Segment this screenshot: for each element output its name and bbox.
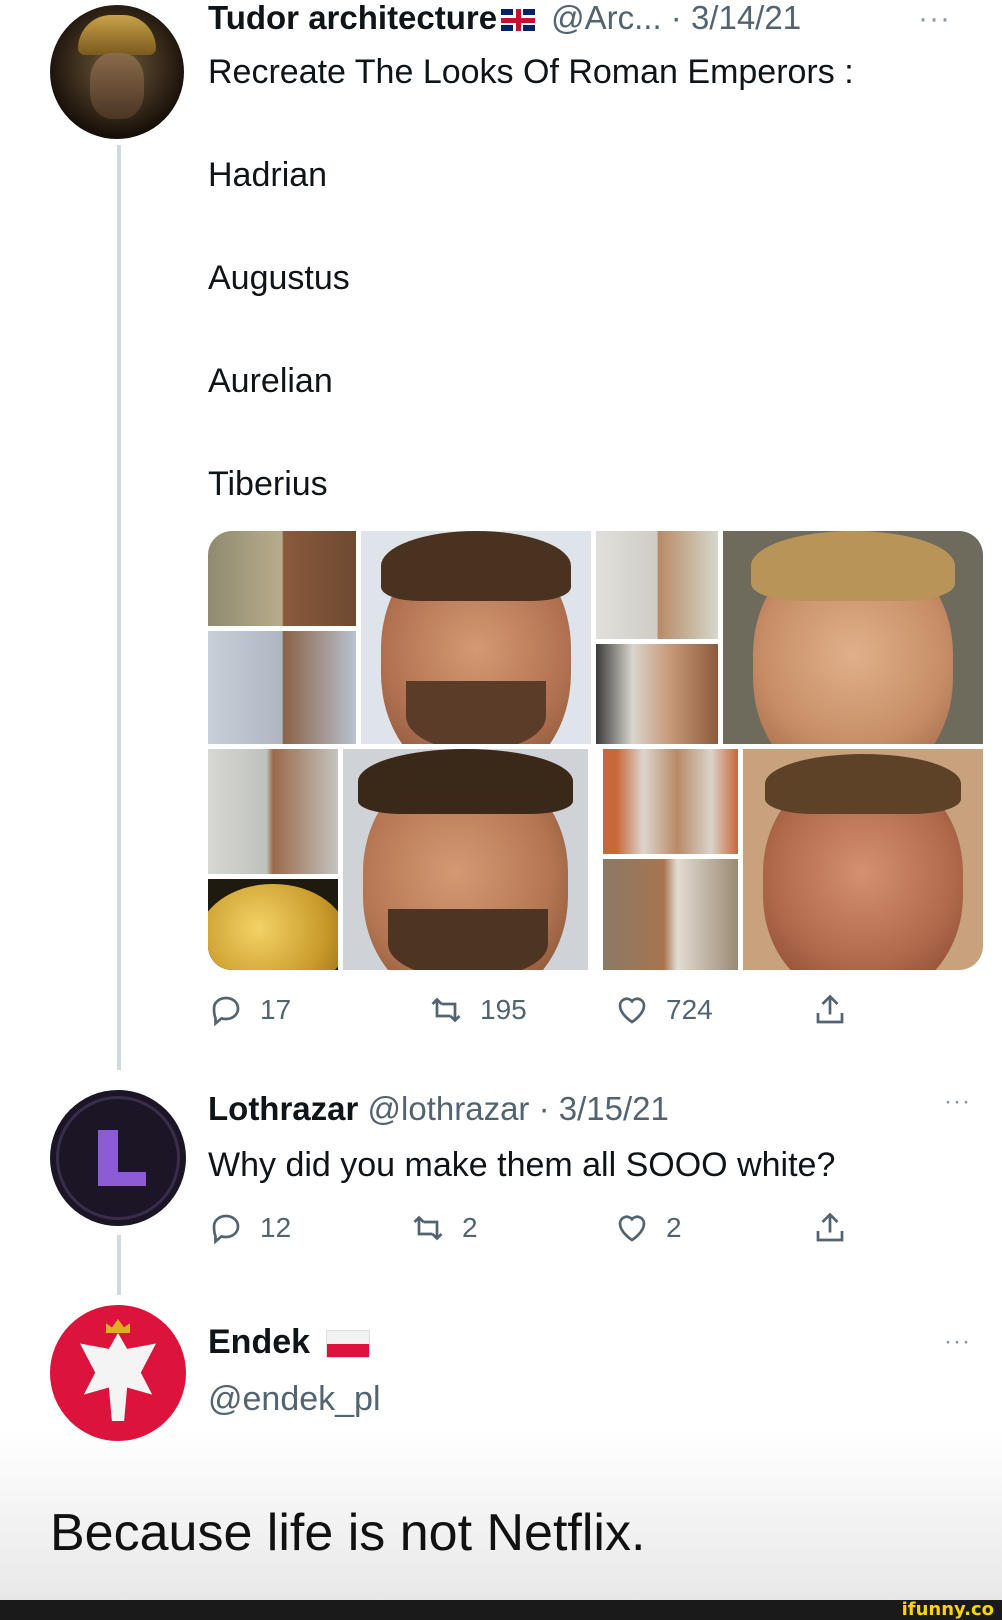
- crown-icon: [106, 1319, 130, 1333]
- augustus-bust-image-1[interactable]: [596, 531, 718, 639]
- reply-icon: [212, 1214, 240, 1245]
- thread-line-2: [117, 1235, 121, 1295]
- tweet1-retweet-count: 195: [480, 994, 527, 1025]
- tweet3-display-name[interactable]: Endek: [208, 1323, 310, 1361]
- tweet2-like-button[interactable]: 2: [614, 1210, 682, 1246]
- tweet1-display-name[interactable]: Tudor architecture: [208, 0, 497, 36]
- tweet1-retweet-button[interactable]: 195: [428, 992, 527, 1028]
- reply-icon: [212, 996, 240, 1027]
- tweet1-line-hadrian: Hadrian: [208, 156, 328, 194]
- avatar-tudor[interactable]: [50, 5, 184, 139]
- hadrian-bust-image-1[interactable]: [208, 531, 356, 626]
- aurelian-coin-image[interactable]: [208, 879, 338, 970]
- tweet2-retweet-button[interactable]: 2: [410, 1210, 478, 1246]
- hadrian-reconstruction-image[interactable]: [361, 531, 591, 744]
- aurelian-bust-image[interactable]: [208, 749, 338, 874]
- tweet2-text: Why did you make them all SOOO white?: [208, 1146, 836, 1184]
- share-icon: [816, 994, 844, 1024]
- tweet2-more-button[interactable]: ···: [944, 1088, 971, 1116]
- tweet1-like-count: 724: [666, 994, 713, 1025]
- tweet1-line-tiberius: Tiberius: [208, 465, 328, 503]
- tiberius-reconstruction-image[interactable]: [743, 749, 983, 970]
- tweet3-header: Endek: [208, 1323, 371, 1361]
- tweet1-reply-count: 17: [260, 994, 292, 1025]
- ifunny-watermark: ifunny.co: [901, 1599, 994, 1620]
- white-eagle-icon: [80, 1333, 156, 1421]
- tweet1-text: Recreate The Looks Of Roman Emperors :: [208, 53, 854, 91]
- tweet2-header: Lothrazar @lothrazar · 3/15/21: [208, 1090, 669, 1128]
- tweet3-handle[interactable]: @endek_pl: [208, 1380, 381, 1418]
- tweet1-media-grid[interactable]: [208, 531, 983, 970]
- tweet2-reply-count: 12: [260, 1212, 292, 1243]
- retweet-icon: [431, 997, 461, 1023]
- share-icon: [816, 1212, 844, 1242]
- heart-icon: [618, 1215, 646, 1242]
- uk-flag-icon: [501, 9, 536, 32]
- avatar-l-foot: [98, 1172, 146, 1186]
- poland-flag-icon: [326, 1330, 371, 1359]
- tweet2-display-name[interactable]: Lothrazar: [208, 1090, 358, 1127]
- tweet1-share-button[interactable]: [812, 992, 848, 1028]
- tweet2-handle-date[interactable]: @lothrazar · 3/15/21: [368, 1090, 669, 1127]
- tweet1-handle-date[interactable]: @Arc... · 3/14/21: [551, 0, 801, 36]
- tweet2-retweet-count: 2: [462, 1212, 478, 1243]
- tweet1-like-button[interactable]: 724: [614, 992, 713, 1028]
- heart-icon: [618, 997, 646, 1024]
- tiberius-bust-image-1[interactable]: [603, 749, 738, 854]
- augustus-reconstruction-image[interactable]: [723, 531, 983, 744]
- hadrian-bust-image-2[interactable]: [208, 631, 356, 744]
- avatar-endek[interactable]: [50, 1305, 186, 1441]
- avatar-lothrazar[interactable]: [50, 1090, 186, 1226]
- avatar-face: [90, 53, 144, 119]
- aurelian-reconstruction-image[interactable]: [343, 749, 588, 970]
- tweet3-caption: Because life is not Netflix.: [50, 1504, 646, 1562]
- tiberius-bust-image-2[interactable]: [603, 859, 738, 970]
- tweet1-reply-button[interactable]: 17: [208, 992, 291, 1028]
- tweet2-like-count: 2: [666, 1212, 682, 1243]
- tweet1-line-augustus: Augustus: [208, 259, 350, 297]
- thread-line-1: [117, 145, 121, 1070]
- tweet2-share-button[interactable]: [812, 1210, 848, 1246]
- tweet1-header: Tudor architecture @Arc... · 3/14/21: [208, 0, 968, 40]
- avatar-helmet: [78, 15, 156, 55]
- tweet2-reply-button[interactable]: 12: [208, 1210, 291, 1246]
- retweet-icon: [413, 1215, 443, 1241]
- avatar-l-ring: [56, 1096, 180, 1220]
- ifunny-footer-bar: [0, 1600, 1002, 1620]
- augustus-bust-image-2[interactable]: [596, 644, 718, 744]
- tweet1-more-button[interactable]: ···: [918, 2, 951, 36]
- tweet1-line-aurelian: Aurelian: [208, 362, 333, 400]
- tweet3-more-button[interactable]: ···: [944, 1328, 971, 1356]
